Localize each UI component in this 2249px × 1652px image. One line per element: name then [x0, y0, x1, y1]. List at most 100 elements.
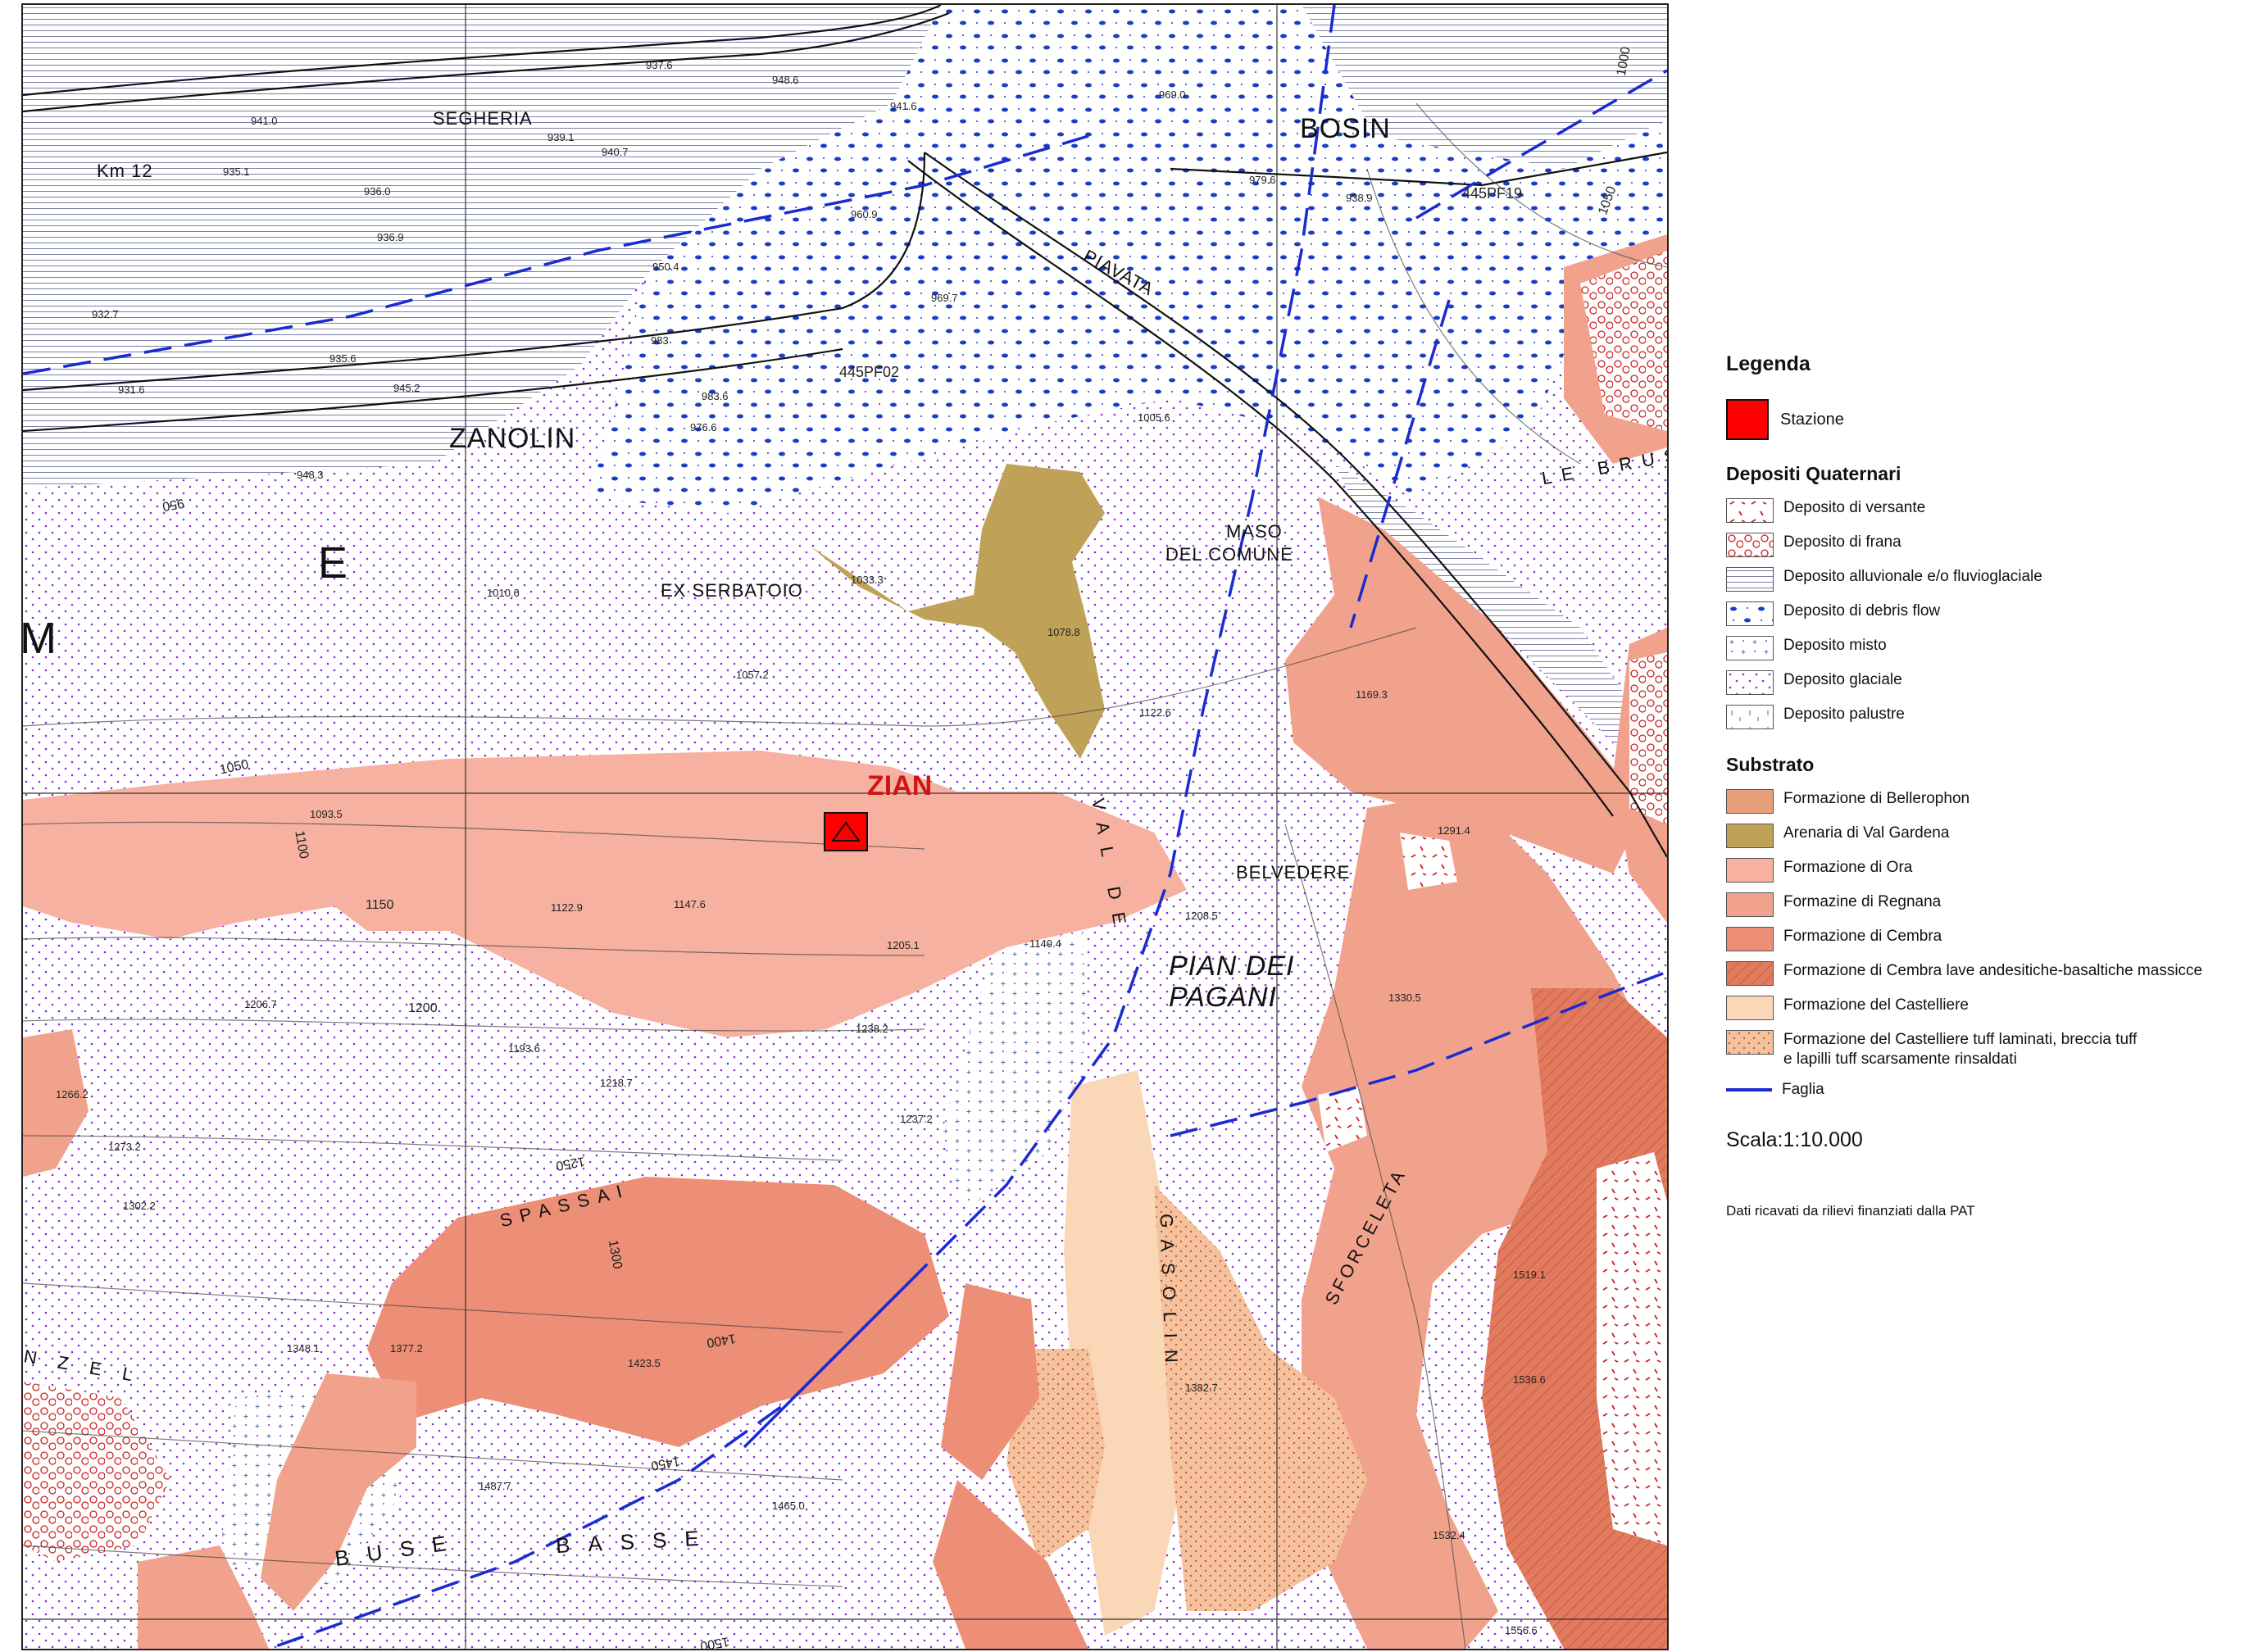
elev-1465-0: 1465.0 [772, 1500, 805, 1512]
legend-item-alluvionale: Deposito alluvionale e/o fluvioglaciale [1726, 567, 2242, 592]
legend-label-debris: Deposito di debris flow [1783, 602, 1941, 620]
legend-quaternary-title: Depositi Quaternari [1726, 463, 1901, 484]
elev-941-0: 941.0 [251, 115, 278, 127]
elev-948-6: 948.6 [772, 74, 799, 86]
legend-fault: Faglia [1726, 1081, 2242, 1099]
legend-swatch-regnana [1726, 892, 1774, 917]
label-km12: Km 12 [97, 161, 153, 181]
elev-979-6: 979.6 [1249, 174, 1276, 186]
deposito-frana-east-2 [1629, 652, 1667, 824]
legend-swatch-cembra [1726, 927, 1774, 951]
elev-1206-7: 1206.7 [244, 998, 277, 1010]
map-canvas [23, 5, 1667, 1649]
legend-station: Stazione [1726, 399, 2242, 440]
elev-1169-3: 1169.3 [1356, 688, 1388, 701]
legend-fault-label: Faglia [1782, 1081, 1824, 1098]
legend-swatch-frana [1726, 533, 1774, 557]
elev-983-6: 983.6 [702, 390, 729, 402]
legend-swatch-misto [1726, 636, 1774, 660]
legend-label-castellieretuff-line2: e lapilli tuff scarsamente rinsaldati [1783, 1051, 2017, 1068]
elev-1302-2: 1302.2 [123, 1200, 156, 1212]
label-pian-dei: PIAN DEI [1169, 951, 1295, 982]
elev-960-9: 960.9 [851, 208, 878, 220]
elev-1057-2: 1057.2 [736, 669, 769, 681]
legend-item-castelliere: Formazione del Castelliere [1726, 996, 2242, 1020]
legend-label-bellerophon: Formazione di Bellerophon [1783, 790, 1970, 807]
label-e: E [318, 538, 348, 588]
elev-1556-6: 1556.6 [1505, 1624, 1538, 1636]
elev-445pf19: 445PF19 [1462, 185, 1523, 202]
station-label-zian[interactable]: ZIAN [867, 770, 932, 802]
contour-label-1150: 1150 [366, 898, 394, 912]
geological-map[interactable]: BOSIN SEGHERIA ZANOLIN Km 12 PIAVATA MAS… [21, 3, 1669, 1650]
elev-938-9: 938.9 [1346, 192, 1373, 204]
elev-1487-7: 1487.7 [479, 1480, 511, 1492]
elev-969-0: 969.0 [1159, 88, 1186, 101]
legend-label-palustre: Deposito palustre [1783, 706, 1905, 723]
label-segheria: SEGHERIA [433, 108, 533, 129]
elev-950-4: 950.4 [652, 261, 679, 273]
legend-swatch-versante [1726, 498, 1774, 523]
elev-935-1: 935.1 [223, 166, 250, 178]
legend-title: Legenda [1726, 352, 1811, 375]
legend-item-bellerophon: Formazione di Bellerophon [1726, 789, 2242, 814]
legend-label-glaciale: Deposito glaciale [1783, 671, 1902, 688]
legend-swatch-cembralave [1726, 961, 1774, 986]
legend-swatch-debris [1726, 601, 1774, 626]
elev-1218-7: 1218.7 [600, 1077, 633, 1089]
legend-item-regnana: Formazine di Regnana [1726, 892, 2242, 917]
elev-1147-6: 1147.6 [674, 898, 706, 910]
legend-label-castellieretuff-line1: Formazione del Castelliere tuff laminati… [1783, 1031, 2138, 1048]
legend-label-misto: Deposito misto [1783, 637, 1887, 654]
elev-1010-6: 1010.6 [487, 587, 520, 599]
elev-1238-2: 1238.2 [856, 1023, 888, 1035]
legend-item-debris: Deposito di debris flow [1726, 601, 2242, 626]
elev-931-6: 931.6 [118, 384, 145, 396]
contour-label-1200: 1200 [408, 1001, 438, 1015]
legend-item-castellieretuff: Formazione del Castelliere tuff laminati… [1726, 1030, 2242, 1069]
label-pagani: PAGANI [1169, 982, 1277, 1013]
elev-1193-6: 1193.6 [508, 1042, 540, 1055]
legend-fault-line [1726, 1088, 1772, 1092]
elev-1536-6: 1536.6 [1513, 1373, 1546, 1386]
elev-1291-4: 1291.4 [1438, 824, 1470, 837]
elev-1208-5: 1208.5 [1185, 910, 1218, 922]
elev-1093-5: 1093.5 [310, 808, 343, 820]
elev-969-7: 969.7 [931, 292, 958, 304]
elev-983: 983 [651, 334, 669, 347]
elev-1330-5: 1330.5 [1388, 992, 1421, 1004]
legend-swatch-valgardena [1726, 824, 1774, 848]
legend-label-castelliere: Formazione del Castelliere [1783, 996, 1969, 1014]
elev-940-7: 940.7 [602, 146, 629, 158]
legend-item-ora: Formazione di Ora [1726, 858, 2242, 883]
legend-label-regnana: Formazine di Regnana [1783, 893, 1942, 910]
elev-936-0: 936.0 [364, 185, 391, 197]
legend-station-swatch [1726, 399, 1769, 440]
elev-1205-1: 1205.1 [887, 939, 920, 951]
elev-1377-2: 1377.2 [390, 1342, 423, 1355]
elev-1140-4: 1140.4 [1029, 937, 1061, 950]
elev-936-9: 936.9 [377, 231, 404, 243]
label-belvedere: BELVEDERE [1236, 862, 1351, 883]
elev-1532-4: 1532.4 [1433, 1529, 1465, 1541]
elev-1122-9: 1122.9 [551, 901, 583, 914]
legend-item-palustre: Deposito palustre [1726, 705, 2242, 729]
legend-swatch-castellieretuff [1726, 1030, 1774, 1055]
elev-1266-2: 1266.2 [56, 1088, 89, 1101]
elev-1519-1: 1519.1 [1513, 1268, 1546, 1281]
legend-substrate-title: Substrato [1726, 754, 1815, 775]
legend-item-cembralave: Formazione di Cembra lave andesitiche-ba… [1726, 961, 2242, 986]
elev-1033-3: 1033.3 [851, 574, 884, 586]
elev-1382-7: 1382.7 [1185, 1382, 1218, 1394]
legend-item-frana: Deposito di frana [1726, 533, 2242, 557]
label-del-comune: DEL COMUNE [1165, 544, 1293, 565]
legend-item-versante: Deposito di versante [1726, 498, 2242, 523]
legend-swatch-bellerophon [1726, 789, 1774, 814]
legend-label-versante: Deposito di versante [1783, 499, 1926, 516]
legend-item-glaciale: Deposito glaciale [1726, 670, 2242, 695]
label-maso: MASO [1226, 521, 1283, 542]
legend-label-frana: Deposito di frana [1783, 533, 1901, 551]
label-m: M [21, 614, 57, 663]
legend-swatch-castelliere [1726, 996, 1774, 1020]
elev-1122-6: 1122.6 [1139, 706, 1171, 719]
